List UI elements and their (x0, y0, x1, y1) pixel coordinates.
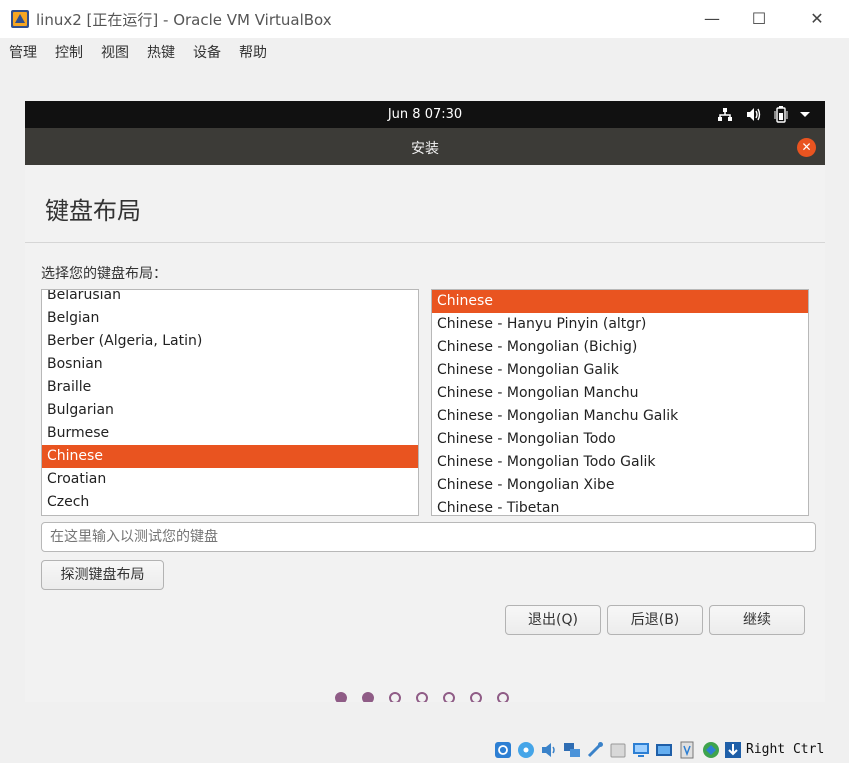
display-icon[interactable] (632, 741, 650, 759)
layout-list-item[interactable]: Bulgarian (42, 399, 418, 422)
window-titlebar[interactable]: linux2 [正在运行] - Oracle VM VirtualBox — ☐… (0, 0, 849, 38)
layout-list-item[interactable]: Braille (42, 376, 418, 399)
installer-close-button[interactable]: ✕ (797, 138, 816, 157)
virtualization-icon[interactable] (678, 741, 696, 759)
menubar: 管理 控制 视图 热键 设备 帮助 (0, 38, 849, 64)
variant-list-item[interactable]: Chinese - Mongolian Galik (432, 359, 808, 382)
menu-devices[interactable]: 设备 (193, 42, 221, 62)
progress-dot-complete (335, 692, 347, 702)
minimize-icon: — (704, 9, 720, 28)
layout-list-item-selected[interactable]: Chinese (42, 445, 418, 468)
vm-screen[interactable]: Jun 8 07:30 安装 ✕ 键盘布局 选择您的键盘布局： Belarusi… (25, 101, 825, 702)
vm-display-area: Jun 8 07:30 安装 ✕ 键盘布局 选择您的键盘布局： Belarusi… (0, 64, 849, 736)
optical-drive-icon[interactable] (517, 741, 535, 759)
progress-dot-pending (389, 692, 401, 702)
progress-dots (335, 692, 525, 702)
variant-list-item[interactable]: Chinese - Mongolian Xibe (432, 474, 808, 497)
close-window-button[interactable]: ✕ (794, 4, 840, 34)
minimize-button[interactable]: — (689, 4, 735, 34)
system-menu-chevron-down-icon[interactable] (799, 105, 811, 124)
window-title: linux2 [正在运行] - Oracle VM VirtualBox (36, 11, 332, 29)
virtualbox-app-icon (11, 10, 29, 28)
layout-list-item[interactable]: Berber (Algeria, Latin) (42, 330, 418, 353)
layout-list-item[interactable]: Czech (42, 491, 418, 514)
hard-disk-icon[interactable] (494, 741, 512, 759)
layout-list-item[interactable]: Bosnian (42, 353, 418, 376)
vbox-status-bar: Right Ctrl (0, 736, 849, 763)
progress-dot-complete (362, 692, 374, 702)
layout-list[interactable]: Belarusian Belgian Berber (Algeria, Latin)… (41, 289, 419, 516)
layout-list-item[interactable]: Belgian (42, 307, 418, 330)
menu-hotkeys[interactable]: 热键 (147, 42, 175, 62)
video-capture-icon[interactable] (655, 741, 673, 759)
variant-list-item[interactable]: Chinese - Mongolian (Bichig) (432, 336, 808, 359)
installer-header-bar: 安装 ✕ (25, 128, 825, 165)
variant-list-item[interactable]: Chinese - Hanyu Pinyin (altgr) (432, 313, 808, 336)
layout-prompt: 选择您的键盘布局： (41, 266, 167, 282)
page-title: 键盘布局 (45, 197, 141, 225)
clock[interactable]: Jun 8 07:30 (25, 107, 825, 122)
menu-control[interactable]: 控制 (55, 42, 83, 62)
progress-dot-pending (470, 692, 482, 702)
menu-view[interactable]: 视图 (101, 42, 129, 62)
usb-icon[interactable] (586, 741, 604, 759)
variant-list-item[interactable]: Chinese - Tibetan (432, 497, 808, 515)
audio-icon[interactable] (540, 741, 558, 759)
layout-list-item[interactable]: Belarusian (42, 290, 418, 307)
continue-button[interactable]: 继续 (709, 605, 805, 635)
shared-folders-icon[interactable] (609, 741, 627, 759)
variant-list-item[interactable]: Chinese - Mongolian Todo Galik (432, 451, 808, 474)
network-icon[interactable] (717, 105, 733, 124)
installer-title: 安装 (411, 141, 439, 157)
variant-list[interactable]: Chinese Chinese - Hanyu Pinyin (altgr) Chi… (431, 289, 809, 516)
variant-list-item-selected[interactable]: Chinese (432, 290, 808, 313)
maximize-button[interactable]: ☐ (736, 4, 782, 34)
network-adapter-icon[interactable] (563, 741, 581, 759)
variant-list-item[interactable]: Chinese - Mongolian Manchu (432, 382, 808, 405)
ubuntu-top-bar: Jun 8 07:30 (25, 101, 825, 128)
volume-icon[interactable] (745, 105, 762, 124)
quit-button[interactable]: 退出(Q) (505, 605, 601, 635)
progress-dot-pending (416, 692, 428, 702)
layout-list-item[interactable]: Croatian (42, 468, 418, 491)
progress-dot-pending (443, 692, 455, 702)
installer-content: 键盘布局 选择您的键盘布局： Belarusian Belgian Berber (… (25, 165, 825, 702)
mouse-integration-arrow-down-icon[interactable] (724, 741, 742, 759)
close-icon: ✕ (810, 9, 824, 28)
close-icon: ✕ (801, 140, 812, 154)
battery-icon[interactable] (773, 105, 789, 124)
menu-manage[interactable]: 管理 (9, 42, 37, 62)
header-divider (25, 242, 825, 243)
layout-list-item[interactable]: Burmese (42, 422, 418, 445)
variant-list-item[interactable]: Chinese - Mongolian Manchu Galik (432, 405, 808, 428)
detect-layout-button[interactable]: 探测键盘布局 (41, 560, 164, 590)
host-key-label: Right Ctrl (746, 742, 825, 757)
keyboard-test-input[interactable] (41, 522, 816, 552)
menu-help[interactable]: 帮助 (239, 42, 267, 62)
guest-additions-icon[interactable] (702, 741, 720, 759)
back-button[interactable]: 后退(B) (607, 605, 703, 635)
maximize-icon: ☐ (751, 9, 767, 28)
progress-dot-pending (497, 692, 509, 702)
variant-list-item[interactable]: Chinese - Mongolian Todo (432, 428, 808, 451)
